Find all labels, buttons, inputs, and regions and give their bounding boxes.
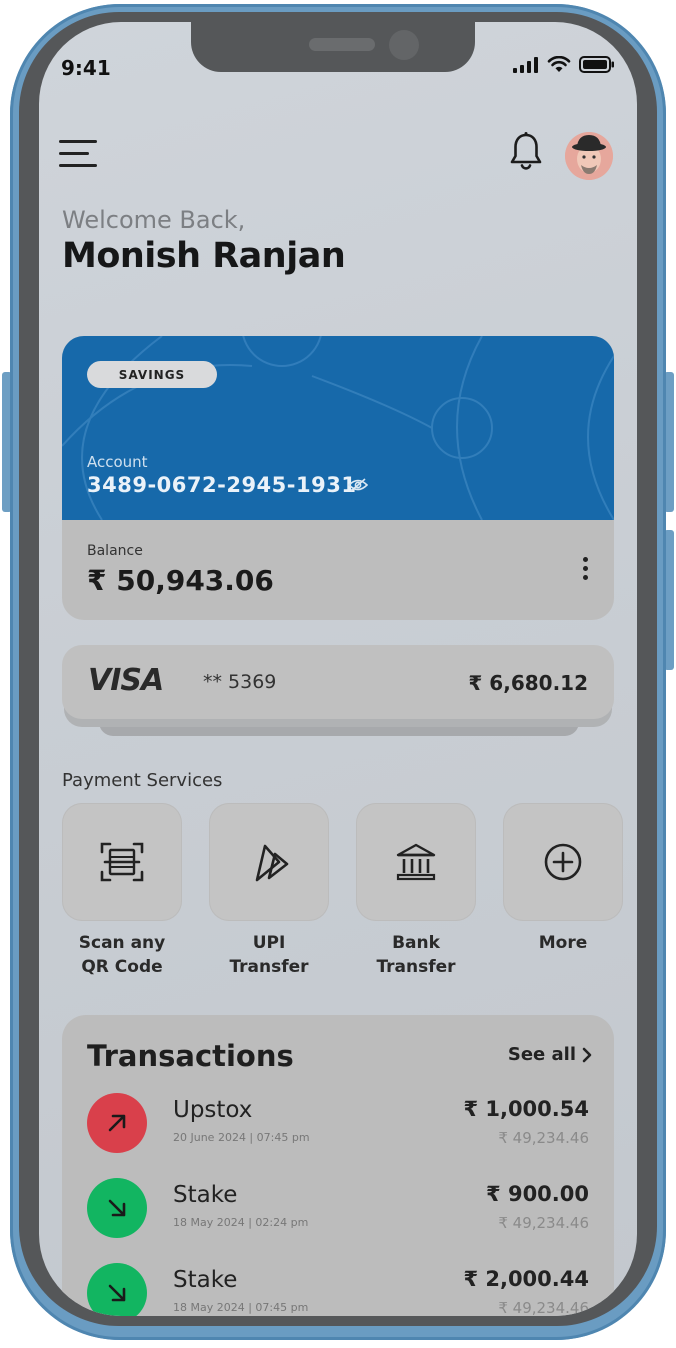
account-type-badge: SAVINGS — [87, 361, 217, 388]
plus-circle-icon — [544, 843, 582, 881]
arrow-down-right-icon — [108, 1284, 126, 1302]
wifi-icon — [547, 56, 571, 72]
see-all-link[interactable]: See all — [508, 1044, 592, 1065]
front-camera — [389, 30, 419, 60]
notification-bell-icon[interactable] — [509, 132, 543, 172]
upi-icon — [255, 844, 289, 882]
menu-icon-line — [59, 164, 97, 167]
welcome-text: Welcome Back, — [62, 206, 246, 234]
transaction-amount: ₹ 1,000.54 — [463, 1097, 589, 1121]
account-number: 3489-0672-2945-1931 — [87, 473, 357, 497]
more-options-icon[interactable] — [578, 554, 592, 586]
balance-label: Balance — [87, 543, 143, 559]
visa-card[interactable]: VISA ** 5369 ₹ 6,680.12 — [62, 645, 614, 719]
service-label: Scan any QR Code — [78, 933, 166, 977]
transaction-balance: ₹ 49,234.46 — [498, 1129, 589, 1147]
phone-notch — [191, 22, 475, 72]
service-tile[interactable] — [209, 803, 329, 921]
transaction-date: 18 May 2024 | 07:45 pm — [173, 1301, 309, 1314]
transaction-date: 20 June 2024 | 07:45 pm — [173, 1131, 310, 1144]
account-label: Account — [87, 453, 148, 471]
arrow-down-right-icon — [108, 1199, 126, 1217]
status-time: 9:41 — [61, 56, 111, 80]
avatar[interactable] — [565, 132, 613, 180]
service-bank-transfer[interactable]: Bank Transfer — [356, 803, 476, 979]
transaction-date: 18 May 2024 | 02:24 pm — [173, 1216, 309, 1229]
chevron-right-icon — [582, 1047, 592, 1062]
transactions-title: Transactions — [87, 1039, 294, 1073]
bank-icon — [396, 843, 436, 881]
service-label: UPI Transfer — [229, 933, 309, 977]
menu-icon — [59, 140, 97, 143]
service-more[interactable]: More — [503, 803, 623, 955]
transaction-name: Stake — [173, 1267, 238, 1293]
visa-logo: VISA — [88, 663, 164, 698]
service-tile[interactable] — [356, 803, 476, 921]
transaction-icon — [87, 1263, 147, 1316]
transaction-icon — [87, 1178, 147, 1238]
transaction-amount: ₹ 2,000.44 — [463, 1267, 589, 1291]
transaction-balance: ₹ 49,234.46 — [498, 1214, 589, 1232]
transaction-row[interactable]: Stake 18 May 2024 | 02:24 pm ₹ 900.00 ₹ … — [62, 1178, 614, 1248]
speaker — [309, 38, 375, 51]
transaction-amount: ₹ 900.00 — [486, 1182, 589, 1206]
payment-services-title: Payment Services — [62, 770, 223, 791]
service-label: More — [538, 933, 588, 953]
service-tile[interactable] — [62, 803, 182, 921]
hide-eye-icon[interactable] — [348, 477, 368, 493]
qr-scan-icon — [100, 842, 144, 882]
see-all-label: See all — [507, 1044, 576, 1065]
account-card-header: SAVINGS Account 3489-0672-2945-1931 — [62, 336, 614, 520]
transaction-name: Upstox — [173, 1097, 253, 1123]
transaction-icon — [87, 1093, 147, 1153]
arrow-up-right-icon — [108, 1114, 126, 1132]
transaction-name: Stake — [173, 1182, 238, 1208]
service-label: Bank Transfer — [376, 933, 456, 977]
transaction-row[interactable]: Upstox 20 June 2024 | 07:45 pm ₹ 1,000.5… — [62, 1093, 614, 1163]
signal-icon — [513, 56, 538, 73]
visa-card-number: ** 5369 — [203, 671, 277, 693]
menu-icon-line — [59, 152, 89, 155]
service-upi-transfer[interactable]: UPI Transfer — [209, 803, 329, 979]
status-icons — [513, 56, 615, 73]
user-name: Monish Ranjan — [62, 236, 346, 276]
avatar-image — [565, 132, 613, 180]
balance-value: ₹ 50,943.06 — [87, 564, 274, 597]
transaction-row[interactable]: Stake 18 May 2024 | 07:45 pm ₹ 2,000.44 … — [62, 1263, 614, 1316]
menu-button[interactable] — [59, 140, 99, 170]
stacked-card-shadow — [99, 722, 579, 736]
app-screen: 9:41 Welcome Back, Monish Ranjan SAVINGS… — [39, 22, 637, 1316]
transaction-balance: ₹ 49,234.46 — [498, 1299, 589, 1316]
visa-card-amount: ₹ 6,680.12 — [468, 671, 588, 695]
service-tile[interactable] — [503, 803, 623, 921]
account-card[interactable]: SAVINGS Account 3489-0672-2945-1931 Bala… — [62, 336, 614, 620]
service-scan-qr[interactable]: Scan any QR Code — [62, 803, 182, 979]
transactions-panel: Transactions See all Upstox 20 June 2024… — [62, 1015, 614, 1316]
battery-icon — [579, 56, 614, 73]
